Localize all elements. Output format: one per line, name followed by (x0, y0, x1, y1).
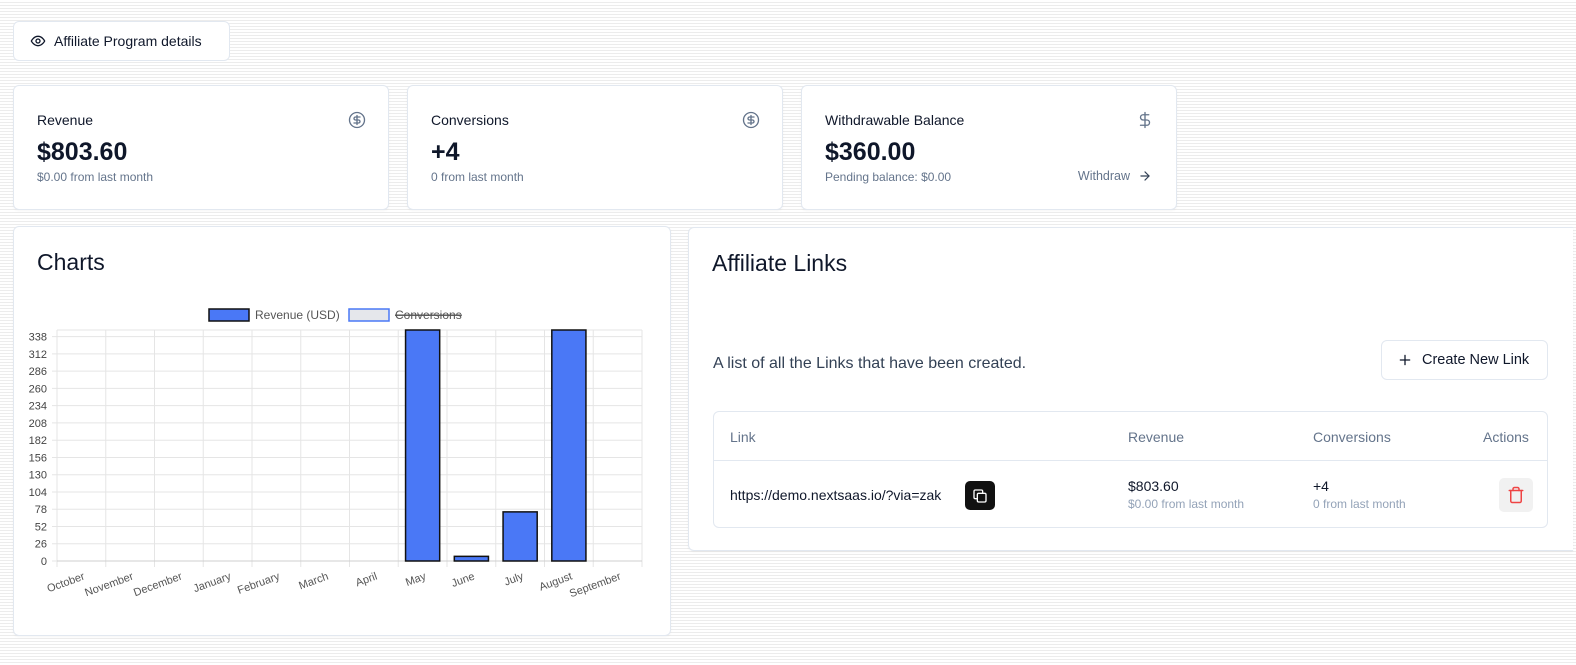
conversions-value: +4 (431, 138, 460, 166)
x-tick-label: September (568, 570, 623, 600)
y-tick-label: 234 (29, 401, 47, 413)
copy-link-button[interactable] (965, 481, 995, 510)
column-header-conversions: Conversions (1313, 429, 1391, 445)
row-revenue-subtext: $0.00 from last month (1128, 497, 1245, 511)
column-header-link: Link (730, 429, 756, 445)
y-tick-label: 0 (41, 556, 47, 568)
y-tick-label: 208 (29, 418, 47, 430)
conversions-card: Conversions +4 0 from last month (407, 85, 783, 210)
withdraw-link[interactable]: Withdraw (1078, 169, 1152, 183)
arrow-right-icon (1140, 171, 1150, 181)
create-link-label: Create New Link (1422, 352, 1530, 368)
x-tick-label: November (83, 570, 135, 599)
revenue-bar-chart: 0 26 52 78 104 130 156 182 208 234 260 286 312 338 Oct… (29, 308, 643, 600)
y-tick-label: 182 (29, 435, 47, 447)
circle-dollar-icon (348, 111, 366, 129)
x-tick-label: April (354, 571, 379, 590)
revenue-value: $803.60 (37, 138, 128, 166)
revenue-subtext: $0.00 from last month (37, 170, 154, 184)
revenue-title: Revenue (37, 112, 94, 128)
y-tick-label: 26 (35, 539, 47, 551)
links-table: Link Revenue Conversions Actions https:/… (713, 411, 1548, 528)
affiliate-links-card: Affiliate Links A list of all the Links … (688, 227, 1573, 551)
affiliate-program-details-button[interactable]: Affiliate Program details (13, 21, 230, 61)
affiliate-links-description: A list of all the Links that have been c… (713, 355, 1027, 372)
row-conversions-subtext: 0 from last month (1313, 497, 1406, 511)
y-tick-label: 260 (29, 383, 47, 395)
legend-swatch-revenue (208, 308, 250, 322)
y-tick-label: 104 (29, 487, 47, 499)
circle-dollar-icon (742, 111, 760, 129)
eye-icon (30, 35, 46, 47)
y-tick-label: 78 (35, 504, 47, 516)
pending-balance: Pending balance: $0.00 (825, 170, 952, 184)
column-header-revenue: Revenue (1128, 429, 1185, 445)
x-tick-label: December (132, 570, 184, 599)
x-tick-label: July (503, 570, 526, 588)
delete-link-button[interactable] (1499, 478, 1533, 512)
y-tick-label: 338 (29, 332, 47, 344)
conversions-title: Conversions (431, 112, 509, 128)
row-revenue: $803.60 (1128, 478, 1179, 494)
legend-swatch-conversions (348, 308, 390, 322)
x-tick-label: May (404, 570, 428, 589)
plus-icon (1399, 354, 1411, 366)
copy-icon (973, 488, 987, 503)
table-divider (714, 460, 1547, 461)
trash-icon (1508, 486, 1524, 504)
x-tick-label: February (236, 570, 282, 597)
bar-may (404, 329, 441, 562)
details-button-label: Affiliate Program details (54, 33, 202, 49)
bar-august (551, 329, 587, 562)
create-new-link-button[interactable]: Create New Link (1381, 340, 1548, 380)
x-tick-label: January (192, 570, 233, 595)
bar-july (502, 511, 538, 562)
withdraw-label: Withdraw (1077, 169, 1130, 183)
y-tick-label: 286 (29, 366, 47, 378)
conversions-subtext: 0 from last month (431, 170, 524, 184)
y-tick-label: 130 (29, 470, 47, 482)
withdrawable-balance-card: Withdrawable Balance $360.00 Pending bal… (801, 85, 1177, 210)
x-tick-label: June (450, 571, 477, 590)
x-tick-label: March (297, 571, 330, 593)
y-tick-label: 312 (29, 349, 47, 361)
bar-june (453, 555, 490, 562)
y-tick-label: 156 (29, 452, 47, 464)
column-header-actions: Actions (1483, 429, 1529, 445)
legend-label-revenue: Revenue (USD) (255, 308, 340, 322)
row-conversions: +4 (1313, 478, 1329, 494)
y-tick-label: 52 (35, 521, 47, 533)
affiliate-link-url: https://demo.nextsaas.io/?via=zak (730, 487, 942, 503)
dollar-sign-icon (1139, 111, 1151, 129)
revenue-card: Revenue $803.60 $0.00 from last month (13, 85, 389, 210)
balance-value: $360.00 (825, 138, 916, 166)
balance-title: Withdrawable Balance (825, 112, 965, 128)
affiliate-links-title: Affiliate Links (712, 250, 848, 276)
charts-card: Charts 0 26 52 78 104 130 156 182 208 234 260 286 31… (13, 226, 671, 636)
x-tick-label: October (46, 570, 87, 595)
